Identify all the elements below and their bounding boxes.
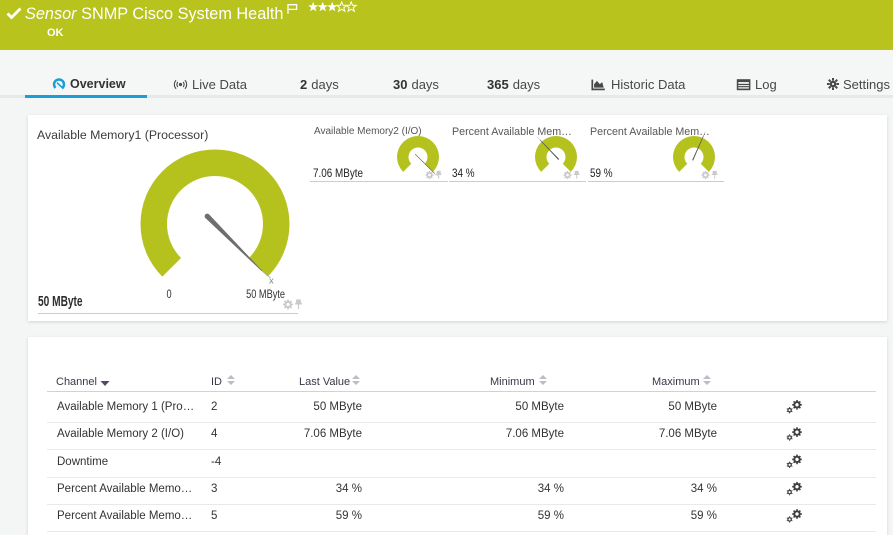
svg-text:x: x xyxy=(269,276,274,287)
